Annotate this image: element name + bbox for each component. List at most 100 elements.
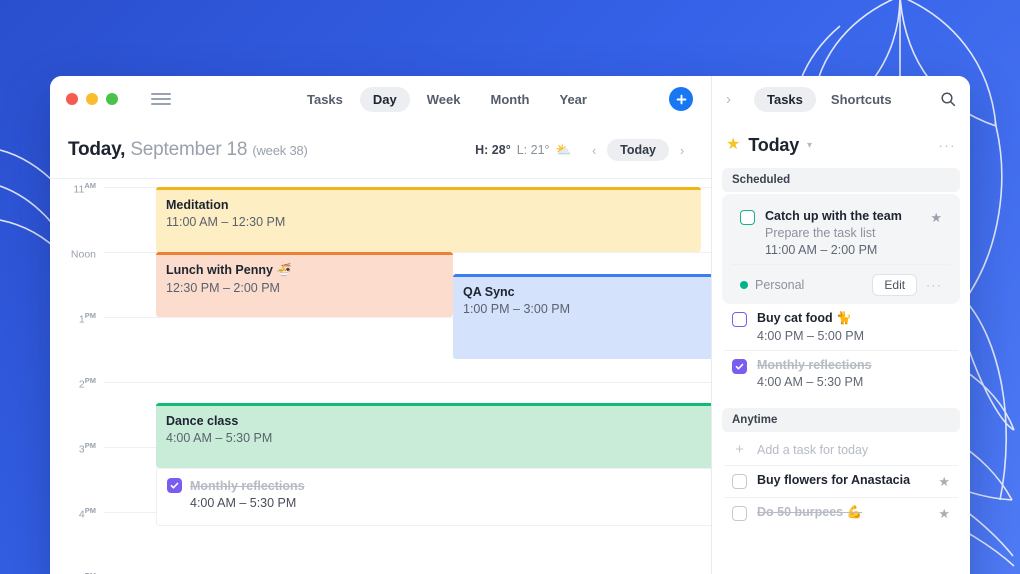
sidebar-header: ★ Today ▾ ··· xyxy=(712,122,970,168)
task-checkbox[interactable] xyxy=(732,506,747,521)
add-event-button[interactable] xyxy=(669,87,693,111)
task-body: Buy flowers for Anastacia xyxy=(757,473,928,487)
task-tag[interactable]: Personal xyxy=(740,278,804,292)
task-row[interactable]: Catch up with the team Prepare the task … xyxy=(732,202,950,265)
task-card-selected[interactable]: Catch up with the team Prepare the task … xyxy=(722,194,960,304)
task-body: Buy cat food 🐈 4:00 PM – 5:00 PM xyxy=(757,311,950,343)
task-star-icon[interactable]: ★ xyxy=(938,474,950,490)
sidebar-more-button[interactable]: ··· xyxy=(939,138,957,153)
calendar-event[interactable]: Dance class 4:00 AM – 5:30 PM xyxy=(156,403,711,468)
task-checkbox[interactable] xyxy=(167,478,182,493)
date-navigation: ‹ Today › xyxy=(583,139,693,161)
task-checkbox[interactable] xyxy=(732,474,747,489)
hour-label: 2PM xyxy=(78,376,96,391)
plus-icon: + xyxy=(735,441,744,458)
previous-day-button[interactable]: ‹ xyxy=(583,139,605,161)
task-checkbox[interactable] xyxy=(740,210,755,225)
weather-low: L: 21° xyxy=(516,143,550,157)
sidebar-title: Today xyxy=(748,134,800,155)
tag-label: Personal xyxy=(755,278,805,292)
tab-week[interactable]: Week xyxy=(414,87,474,112)
date-bar: Today, September 18 (week 38) H: 28° L: … xyxy=(50,122,711,178)
tab-day[interactable]: Day xyxy=(359,86,410,112)
event-time: 4:00 AM – 5:30 PM xyxy=(166,431,273,445)
hour-gridline xyxy=(104,382,711,383)
window-controls[interactable] xyxy=(66,93,118,105)
task-row[interactable]: Do 50 burpees 💪 ★ xyxy=(724,498,958,529)
tasks-sidebar: › Tasks Shortcuts ★ Today ▾ ··· Schedule… xyxy=(711,76,970,574)
zoom-window-button[interactable] xyxy=(106,93,118,105)
calendar-task-block[interactable]: Monthly reflections 4:00 AM – 5:30 PM xyxy=(156,468,711,526)
plus-icon xyxy=(676,94,686,104)
today-label: Today, xyxy=(68,139,126,160)
close-window-button[interactable] xyxy=(66,93,78,105)
hamburger-menu-icon[interactable] xyxy=(151,93,171,105)
tab-year[interactable]: Year xyxy=(546,87,599,112)
event-title: QA Sync xyxy=(463,285,515,299)
task-body: Monthly reflections 4:00 AM – 5:30 PM xyxy=(757,358,950,389)
task-title: Monthly reflections xyxy=(190,478,305,493)
task-more-button[interactable]: ··· xyxy=(926,278,942,292)
task-checkbox[interactable] xyxy=(732,312,747,327)
today-button[interactable]: Today xyxy=(607,139,669,161)
hour-label: 3PM xyxy=(78,441,96,456)
tag-color-dot xyxy=(740,281,748,289)
hour-label: Noon xyxy=(70,248,96,261)
task-title-row: Monthly reflections xyxy=(167,478,711,493)
anytime-task-list: + Add a task for today Buy flowers for A… xyxy=(722,434,960,529)
tab-month[interactable]: Month xyxy=(478,87,543,112)
weather-high: H: 28° xyxy=(475,143,511,157)
calendar-event[interactable]: QA Sync 1:00 PM – 3:00 PM xyxy=(453,274,711,359)
minimize-window-button[interactable] xyxy=(86,93,98,105)
task-title: Catch up with the team xyxy=(765,209,902,223)
current-date: September 18 xyxy=(130,139,248,160)
chevron-right-icon[interactable]: › xyxy=(726,91,744,108)
star-icon: ★ xyxy=(726,136,741,153)
add-task-placeholder: Add a task for today xyxy=(757,442,869,457)
task-time: 4:00 PM – 5:00 PM xyxy=(757,329,865,343)
calendar-event[interactable]: Meditation 11:00 AM – 12:30 PM xyxy=(156,187,701,252)
hour-label: 4PM xyxy=(78,506,96,521)
task-body: Catch up with the team Prepare the task … xyxy=(765,209,920,257)
task-row[interactable]: Buy cat food 🐈 4:00 PM – 5:00 PM xyxy=(724,304,958,351)
search-icon[interactable] xyxy=(940,91,956,107)
calendar-grid[interactable]: 11AM Noon 1PM 2PM 3PM 4PM Meditation 11:… xyxy=(50,178,711,574)
tab-tasks[interactable]: Tasks xyxy=(294,87,356,112)
section-header-anytime: Anytime xyxy=(722,408,960,432)
task-time: 4:00 AM – 5:30 PM xyxy=(757,375,864,389)
page-title: Today, September 18 (week 38) xyxy=(68,139,308,161)
task-star-icon[interactable]: ★ xyxy=(938,506,950,522)
event-time: 12:30 PM – 2:00 PM xyxy=(166,281,280,295)
edit-task-button[interactable]: Edit xyxy=(872,274,918,296)
next-day-button[interactable]: › xyxy=(671,139,693,161)
weather-summary: H: 28° L: 21° ⛅ xyxy=(475,143,571,158)
chevron-down-icon[interactable]: ▾ xyxy=(807,140,812,151)
date-bar-right: H: 28° L: 21° ⛅ ‹ Today › xyxy=(475,139,693,161)
search-glyph xyxy=(941,92,956,107)
task-title: Do 50 burpees 💪 xyxy=(757,505,863,519)
hour-label: 11AM xyxy=(73,181,96,196)
week-number: (week 38) xyxy=(252,143,308,158)
task-row[interactable]: Monthly reflections 4:00 AM – 5:30 PM xyxy=(724,351,958,396)
scheduled-task-list: Buy cat food 🐈 4:00 PM – 5:00 PM Monthly… xyxy=(722,304,960,396)
task-note: Prepare the task list xyxy=(765,226,876,240)
sidebar-task-list: Scheduled Catch up with the team Prepare… xyxy=(712,168,970,574)
task-title: Monthly reflections xyxy=(757,358,872,372)
view-tabs: Tasks Day Week Month Year xyxy=(294,76,600,122)
task-title: Buy flowers for Anastacia xyxy=(757,473,911,487)
task-row[interactable]: Buy flowers for Anastacia ★ xyxy=(724,466,958,498)
task-star-icon[interactable]: ★ xyxy=(930,210,942,226)
check-icon xyxy=(170,482,179,489)
sidebar-tab-tasks[interactable]: Tasks xyxy=(754,86,816,112)
sidebar-tab-shortcuts[interactable]: Shortcuts xyxy=(818,87,905,112)
event-title: Lunch with Penny 🍜 xyxy=(166,263,292,277)
add-task-row[interactable]: + Add a task for today xyxy=(724,434,958,466)
task-checkbox[interactable] xyxy=(732,359,747,374)
sidebar-toolbar: › Tasks Shortcuts xyxy=(712,76,970,122)
calendar-event[interactable]: Lunch with Penny 🍜 12:30 PM – 2:00 PM xyxy=(156,252,453,317)
event-title: Meditation xyxy=(166,198,229,212)
task-meta-row: Personal Edit ··· xyxy=(732,270,950,296)
event-time: 1:00 PM – 3:00 PM xyxy=(463,302,571,316)
hour-label: 1PM xyxy=(78,311,96,326)
event-time: 11:00 AM – 12:30 PM xyxy=(166,215,286,229)
